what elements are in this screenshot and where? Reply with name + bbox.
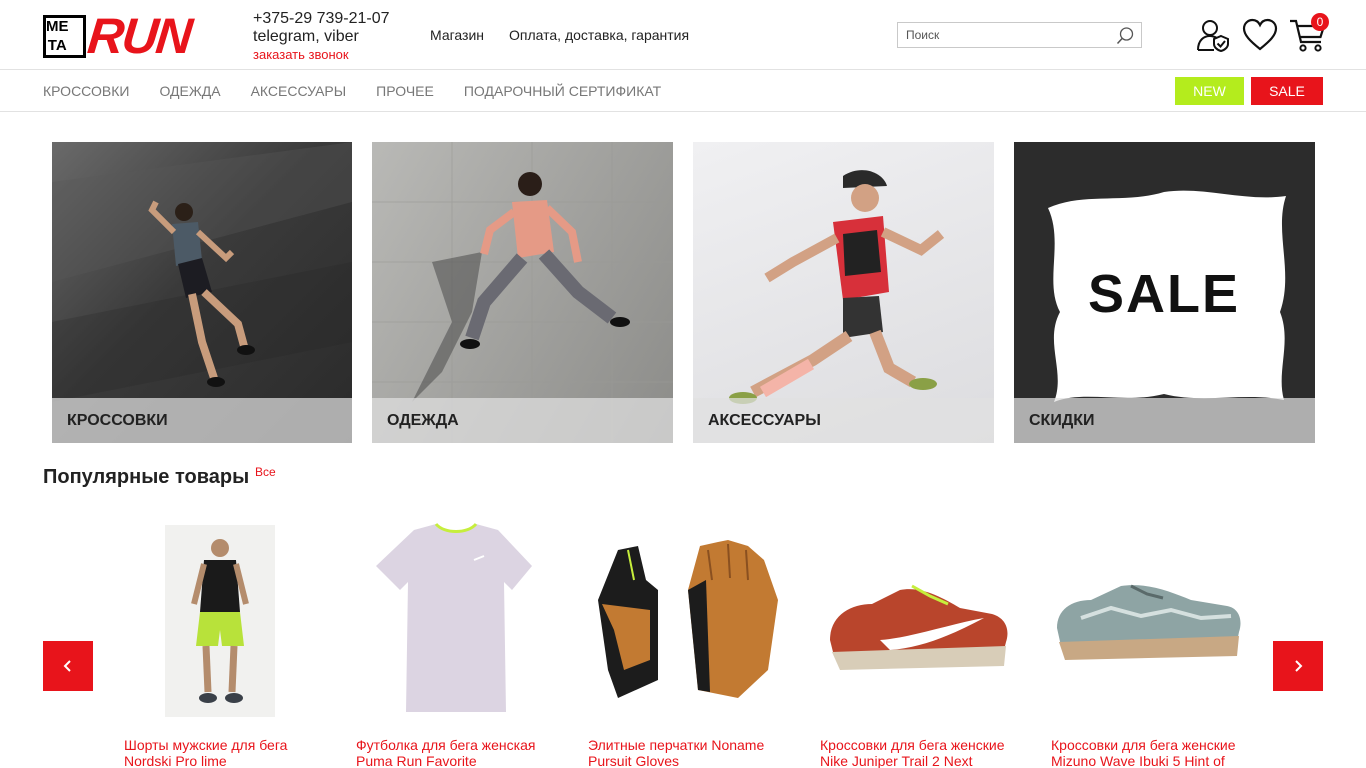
logo-box: ME TA xyxy=(43,14,86,58)
product-image-nike-shoe xyxy=(830,584,1008,670)
product-name[interactable]: Футболка для бега женская Puma Run Favor… xyxy=(356,737,566,768)
product-image-shorts xyxy=(165,525,275,717)
cart-count-badge: 0 xyxy=(1311,13,1329,31)
sale-image-text: SALE xyxy=(1088,264,1240,324)
product-image-mizuno-shoe xyxy=(1057,584,1241,660)
heart-icon[interactable] xyxy=(1242,18,1278,52)
nav-item-clothing[interactable]: ОДЕЖДА xyxy=(159,83,220,99)
category-tile-clothing[interactable]: ОДЕЖДА xyxy=(372,142,673,443)
product-name-line: Nordski Pro lime xyxy=(124,753,227,768)
product-name-line: Nike Juniper Trail 2 Next xyxy=(820,753,973,768)
nav-item-sneakers[interactable]: КРОССОВКИ xyxy=(43,83,129,99)
new-button[interactable]: NEW xyxy=(1175,77,1244,105)
chevron-right-icon xyxy=(1295,660,1303,672)
category-tile-accessories[interactable]: АКСЕССУАРЫ xyxy=(693,142,994,443)
product-name-line: Mizuno Wave Ibuki 5 Hint of xyxy=(1051,753,1225,768)
product-name-line: Футболка для бега женская xyxy=(356,737,536,753)
logo-letters-bottom: TA xyxy=(47,36,67,54)
product-card[interactable]: Кроссовки для бега женские Mizuno Wave I… xyxy=(1051,520,1251,768)
nav-items: КРОССОВКИ ОДЕЖДА АКСЕССУАРЫ ПРОЧЕЕ ПОДАР… xyxy=(43,83,661,99)
messengers-text: telegram, viber xyxy=(253,28,359,45)
popular-all-link[interactable]: Все xyxy=(255,465,276,479)
product-card[interactable]: Кроссовки для бега женские Nike Juniper … xyxy=(820,520,1020,768)
product-image-tshirt xyxy=(376,522,532,712)
logo[interactable]: ME TA RUN xyxy=(43,8,215,64)
carousel-next-button[interactable] xyxy=(1273,641,1323,691)
product-name-line: Puma Run Favorite xyxy=(356,753,477,768)
top-link-delivery[interactable]: Оплата, доставка, гарантия xyxy=(509,27,689,43)
user-check-icon[interactable] xyxy=(1196,18,1230,52)
category-label: КРОССОВКИ xyxy=(52,398,352,443)
search-box xyxy=(897,22,1142,48)
category-tile-sneakers[interactable]: КРОССОВКИ xyxy=(52,142,352,443)
product-name-line: Кроссовки для бега женские xyxy=(1051,737,1236,753)
chevron-left-icon xyxy=(63,660,71,672)
logo-run-text: RUN xyxy=(85,8,194,64)
popular-title: Популярные товары xyxy=(43,466,250,488)
nav-item-gift-card[interactable]: ПОДАРОЧНЫЙ СЕРТИФИКАТ xyxy=(464,83,661,99)
top-link-shop[interactable]: Магазин xyxy=(430,27,484,43)
product-name-line: Шорты мужские для бега xyxy=(124,737,288,753)
product-card[interactable]: Элитные перчатки Noname Pursuit Gloves xyxy=(588,520,788,768)
product-name[interactable]: Кроссовки для бега женские Nike Juniper … xyxy=(820,737,1030,768)
callback-link[interactable]: заказать звонок xyxy=(253,46,390,63)
product-name-line: Pursuit Gloves xyxy=(588,753,680,768)
product-card[interactable]: Футболка для бега женская Puma Run Favor… xyxy=(356,520,556,768)
contacts: +375-29 739-21-07 telegram, viber заказа… xyxy=(253,10,390,63)
product-name[interactable]: Шорты мужские для бега Nordski Pro lime xyxy=(124,737,334,768)
category-label: АКСЕССУАРЫ xyxy=(693,398,994,443)
category-label: СКИДКИ xyxy=(1014,398,1315,443)
product-name[interactable]: Кроссовки для бега женские Mizuno Wave I… xyxy=(1051,737,1261,768)
logo-letters-top: ME xyxy=(46,18,69,36)
sale-button[interactable]: SALE xyxy=(1251,77,1323,105)
category-tile-sale[interactable]: SALE СКИДКИ xyxy=(1014,142,1315,443)
top-links: Магазин Оплата, доставка, гарантия xyxy=(430,27,689,43)
logo-letters-top-right xyxy=(69,18,84,37)
category-label: ОДЕЖДА xyxy=(372,398,673,443)
search-input[interactable] xyxy=(898,24,1108,46)
product-name-line: Кроссовки для бега женские xyxy=(820,737,1005,753)
product-image-gloves xyxy=(598,540,778,698)
product-name-line: Элитные перчатки Noname xyxy=(588,737,765,753)
main-nav: КРОССОВКИ ОДЕЖДА АКСЕССУАРЫ ПРОЧЕЕ ПОДАР… xyxy=(0,71,1366,112)
product-card[interactable]: Шорты мужские для бега Nordski Pro lime xyxy=(124,520,324,768)
product-name[interactable]: Элитные перчатки Noname Pursuit Gloves xyxy=(588,737,798,768)
logo-letters-bottom-right xyxy=(69,36,84,55)
nav-item-accessories[interactable]: АКСЕССУАРЫ xyxy=(251,83,347,99)
phone-number[interactable]: +375-29 739-21-07 xyxy=(253,10,390,28)
search-icon[interactable] xyxy=(1115,26,1135,46)
carousel-prev-button[interactable] xyxy=(43,641,93,691)
nav-item-other[interactable]: ПРОЧЕЕ xyxy=(376,83,434,99)
header: ME TA RUN +375-29 739-21-07 telegram, vi… xyxy=(0,0,1366,70)
